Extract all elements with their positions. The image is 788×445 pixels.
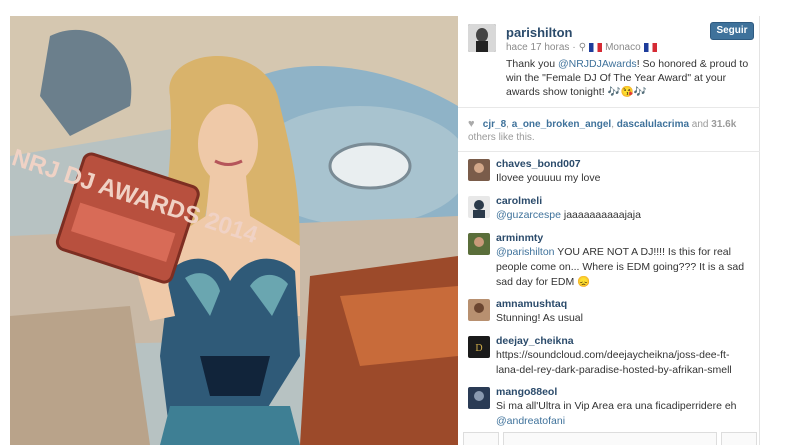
more-options-button[interactable] <box>721 432 757 445</box>
like-user[interactable]: dascalulacrima <box>617 119 689 130</box>
comment-text: @parishilton YOU ARE NOT A DJ!!!! Is thi… <box>496 245 750 290</box>
comment-text: @guzarcespe jaaaaaaaaaajaja <box>496 208 750 223</box>
like-user[interactable]: a_one_broken_angel <box>512 119 611 130</box>
comment-mention[interactable]: @parishilton <box>496 246 555 258</box>
flag-france-icon <box>643 43 657 52</box>
avatar[interactable] <box>468 299 490 321</box>
avatar[interactable]: D <box>468 336 490 358</box>
comment-mention[interactable]: @guzarcespe <box>496 209 561 221</box>
photo-illustration: NRJ DJ AWARDS 2014 <box>10 16 458 445</box>
list-item: amnamushtaq Stunning! As usual <box>458 297 760 326</box>
list-item: arminmty @parishilton YOU ARE NOT A DJ!!… <box>458 231 760 290</box>
post-panel: parishilton hace 17 horas · ⚲ Monaco Seg… <box>458 16 760 445</box>
avatar[interactable] <box>468 159 490 181</box>
comment-username[interactable]: carolmeli <box>496 194 750 208</box>
list-item: carolmeli @guzarcespe jaaaaaaaaaajaja <box>458 194 760 223</box>
comment-text: Si ma all'Ultra in Vip Area era una fica… <box>496 399 750 429</box>
comment-text-body: Si ma all'Ultra in Vip Area era una fica… <box>496 400 737 412</box>
comment-input[interactable] <box>503 432 717 445</box>
post-location[interactable]: Monaco <box>605 42 641 53</box>
comment-username[interactable]: deejay_cheikna <box>496 334 750 348</box>
avatar[interactable] <box>468 24 496 52</box>
likes-count[interactable]: 31.6k <box>711 119 736 130</box>
comment-username[interactable]: mango88eol <box>496 385 750 399</box>
comment-username[interactable]: chaves_bond007 <box>496 157 750 171</box>
follow-button[interactable]: Seguir <box>710 22 754 40</box>
svg-text:D: D <box>475 343 482 354</box>
comment-username[interactable]: arminmty <box>496 231 750 245</box>
post-time[interactable]: hace 17 horas <box>506 42 569 53</box>
post-header: parishilton hace 17 horas · ⚲ Monaco Seg… <box>458 16 760 108</box>
caption-mention[interactable]: @NRJDJAwards <box>558 58 637 70</box>
comment-text: Stunning! As usual <box>496 312 583 324</box>
location-pin-icon: ⚲ <box>578 42 587 53</box>
list-item: chaves_bond007 Ilovee youuuu my love <box>458 157 760 186</box>
avatar[interactable] <box>468 196 490 218</box>
heart-icon[interactable]: ♥ <box>468 118 480 131</box>
avatar[interactable] <box>468 233 490 255</box>
likes-and: and <box>691 119 709 130</box>
comment-link[interactable]: https://soundcloud.com/deejaycheikna/jos… <box>496 348 750 378</box>
post-caption: Thank you @NRJDJAwards! So honored & pro… <box>506 57 754 99</box>
like-user[interactable]: cjr_8 <box>483 119 506 130</box>
comment-mention[interactable]: @andreatofani <box>496 415 565 427</box>
comment-username[interactable]: amnamushtaq <box>496 297 750 311</box>
post-username[interactable]: parishilton <box>506 25 572 40</box>
dot-separator: · <box>572 42 576 53</box>
likes-suffix: others like this. <box>468 132 535 143</box>
avatar[interactable] <box>468 387 490 409</box>
list-item: D deejay_cheikna https://soundcloud.com/… <box>458 334 760 378</box>
list-item: mango88eol Si ma all'Ultra in Vip Area e… <box>458 385 760 429</box>
post-meta: hace 17 horas · ⚲ Monaco <box>506 42 657 53</box>
like-button[interactable] <box>463 432 499 445</box>
comment-text-body: jaaaaaaaaaajaja <box>560 209 641 221</box>
caption-text: Thank you <box>506 58 558 70</box>
comment-text: Ilovee youuuu my love <box>496 172 601 184</box>
post-photo[interactable]: NRJ DJ AWARDS 2014 <box>10 16 458 445</box>
likes-summary: ♥ cjr_8, a_one_broken_angel, dascalulacr… <box>458 108 760 152</box>
comments-list[interactable]: chaves_bond007 Ilovee youuuu my love car… <box>458 153 760 445</box>
flag-france-icon <box>589 43 603 52</box>
